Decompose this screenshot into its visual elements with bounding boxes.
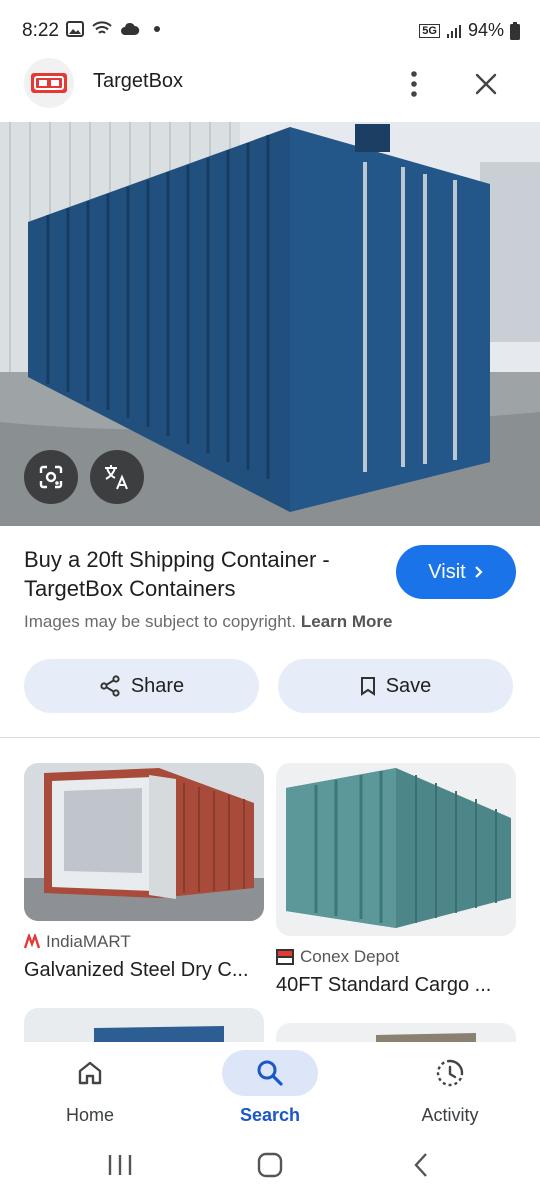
related-image-1[interactable]: [24, 763, 264, 921]
shipping-container-photo: [0, 122, 540, 526]
more-vert-icon: [411, 71, 417, 97]
dot-icon: [154, 26, 160, 32]
site-name: TargetBox: [93, 70, 184, 92]
home-icon: [78, 1061, 102, 1085]
container-photo-partial: [276, 1023, 516, 1042]
signal-icon: [446, 24, 461, 38]
targetbox-logo: [31, 73, 67, 93]
nav-activity-label: Activity: [421, 1105, 479, 1125]
indiamart-logo: [24, 934, 40, 949]
share-button[interactable]: Share: [24, 659, 259, 713]
close-icon: [475, 73, 497, 95]
related-image-3[interactable]: [24, 1008, 264, 1042]
container-photo-partial: [24, 1008, 264, 1042]
save-button[interactable]: Save: [278, 659, 513, 713]
result-header: TargetBox: [0, 58, 540, 110]
lens-button[interactable]: [24, 450, 78, 504]
bottom-navigation: Home Search Activity: [0, 1042, 540, 1140]
share-label: Share: [130, 674, 185, 697]
nav-search[interactable]: Search: [200, 1042, 340, 1140]
network-badge: 5G: [419, 23, 440, 38]
cloud-icon: [121, 22, 140, 35]
visit-button[interactable]: Visit: [396, 545, 516, 599]
home-button-icon[interactable]: [257, 1152, 283, 1178]
nav-search-label: Search: [239, 1105, 301, 1125]
site-favicon: [24, 58, 74, 108]
translate-icon: [105, 465, 128, 490]
lens-icon: [39, 465, 63, 489]
related-title-2[interactable]: 40FT Standard Cargo ...: [276, 974, 516, 997]
divider: [0, 737, 540, 738]
status-bar: 8:22 5G 94%: [0, 0, 540, 60]
main-result-image[interactable]: [0, 122, 540, 526]
related-source-2[interactable]: Conex Depot: [276, 947, 399, 967]
share-icon: [100, 675, 120, 697]
search-icon: [257, 1060, 283, 1086]
system-navigation-bar: [0, 1140, 540, 1200]
related-image-4[interactable]: [276, 1023, 516, 1042]
nav-home[interactable]: Home: [20, 1042, 160, 1140]
battery-percent: 94%: [467, 20, 504, 40]
conex-depot-logo: [276, 949, 294, 965]
nav-home-label: Home: [65, 1105, 114, 1125]
more-options-button[interactable]: [400, 66, 428, 102]
related-title-1[interactable]: Galvanized Steel Dry C...: [24, 959, 264, 982]
close-button[interactable]: [470, 66, 502, 102]
chevron-right-icon: [474, 566, 483, 578]
teal-container-photo: [276, 763, 516, 936]
result-title[interactable]: Buy a 20ft Shipping Container - TargetBo…: [24, 545, 384, 603]
gallery-icon: [66, 21, 84, 37]
nav-activity[interactable]: Activity: [380, 1042, 520, 1140]
wifi-icon: [92, 21, 112, 34]
activity-icon: [436, 1059, 464, 1087]
red-container-photo: [24, 763, 264, 921]
status-time: 8:22: [22, 20, 59, 41]
related-image-2[interactable]: [276, 763, 516, 936]
visit-label: Visit: [428, 560, 466, 583]
translate-button[interactable]: [90, 450, 144, 504]
copyright-text: Images may be subject to copyright.: [24, 612, 297, 631]
learn-more-link[interactable]: Learn More: [301, 612, 393, 631]
bookmark-icon: [360, 677, 375, 696]
save-label: Save: [385, 674, 432, 697]
related-source-name: IndiaMART: [46, 932, 131, 951]
copyright-notice: Images may be subject to copyright. Lear…: [24, 612, 393, 632]
recent-apps-icon[interactable]: [107, 1153, 133, 1177]
related-source-name: Conex Depot: [300, 947, 400, 966]
battery-icon: [510, 21, 520, 40]
back-icon[interactable]: [413, 1152, 429, 1178]
related-source-1[interactable]: IndiaMART: [24, 932, 131, 952]
